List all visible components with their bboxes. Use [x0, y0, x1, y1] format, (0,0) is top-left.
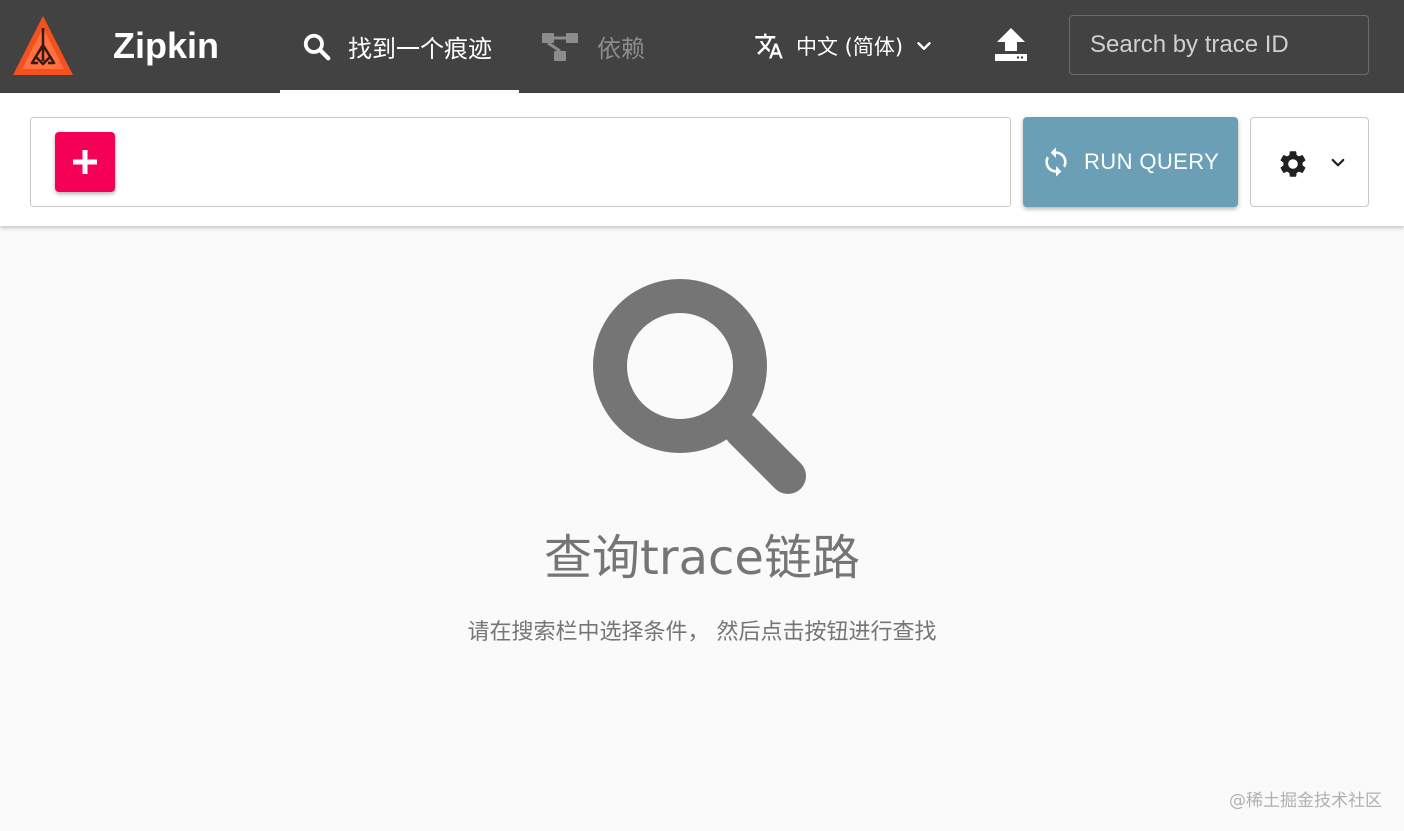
- add-criteria-button[interactable]: [55, 132, 115, 192]
- app-bar: Zipkin 找到一个痕迹 依赖 中文 (简体): [0, 0, 1404, 93]
- tab-dependencies[interactable]: 依赖: [541, 0, 671, 93]
- tab-label: 依赖: [597, 35, 645, 63]
- chevron-down-icon: [1331, 158, 1345, 167]
- trace-id-search-input[interactable]: [1069, 15, 1369, 75]
- gear-icon: [1280, 151, 1306, 177]
- upload-icon[interactable]: [992, 26, 1030, 64]
- settings-button[interactable]: [1250, 117, 1369, 207]
- run-query-button[interactable]: RUN QUERY: [1023, 117, 1238, 207]
- translate-icon: [755, 33, 783, 59]
- language-label: 中文 (简体): [796, 35, 904, 59]
- chevron-down-icon: [917, 42, 931, 50]
- search-criteria-field[interactable]: [30, 117, 1011, 207]
- zipkin-logo-icon[interactable]: [11, 14, 75, 78]
- run-query-label: RUN QUERY: [1084, 149, 1220, 174]
- language-selector[interactable]: 中文 (简体): [754, 28, 935, 64]
- sync-icon: [1045, 147, 1067, 177]
- empty-state-subtitle: 请在搜索栏中选择条件， 然后点击按钮进行查找: [467, 620, 937, 645]
- watermark: @稀土掘金技术社区: [1229, 791, 1382, 811]
- empty-state-title: 查询trace链路: [544, 530, 860, 586]
- dependencies-icon: [542, 32, 578, 61]
- search-icon: [303, 33, 331, 60]
- tab-find-trace[interactable]: 找到一个痕迹: [280, 0, 519, 93]
- search-icon: [593, 279, 806, 494]
- query-bar: RUN QUERY: [0, 93, 1404, 226]
- plus-icon: [73, 150, 97, 174]
- app-title[interactable]: Zipkin: [113, 24, 219, 68]
- tab-label: 找到一个痕迹: [348, 35, 492, 63]
